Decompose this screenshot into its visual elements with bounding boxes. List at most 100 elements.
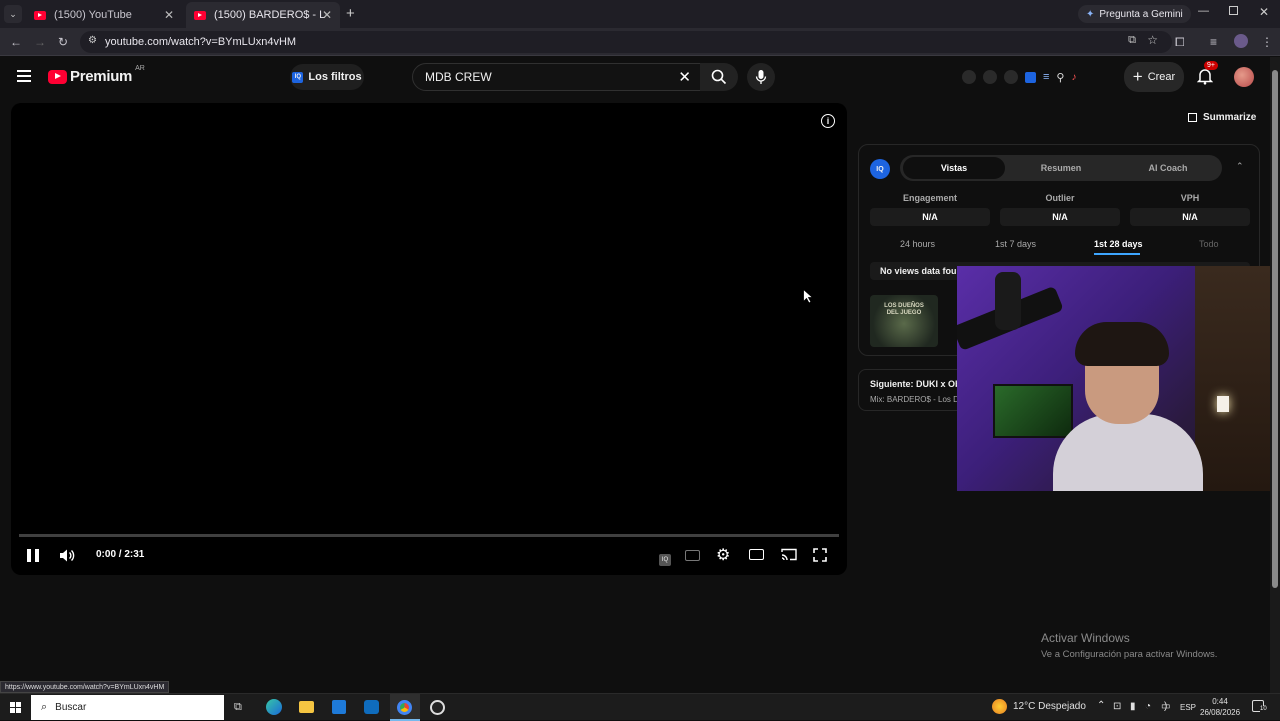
search-button[interactable] [700, 63, 738, 91]
fullscreen-icon[interactable] [813, 548, 827, 562]
search-input[interactable]: MDB CREW ✕ [412, 63, 702, 91]
range-7-days[interactable]: 1st 7 days [995, 239, 1036, 249]
metric-value-outlier: N/A [1000, 208, 1120, 226]
restore-window-icon[interactable] [1229, 6, 1238, 15]
outlook-icon[interactable] [364, 700, 379, 714]
webcam-person-hair [1075, 322, 1169, 366]
metric-value-vph: N/A [1130, 208, 1250, 226]
pin-extension-icon[interactable]: ⚲ [1056, 71, 1064, 84]
weather-icon [992, 699, 1007, 714]
close-window-icon[interactable]: ✕ [1259, 5, 1269, 19]
tab-label: Resumen [1040, 163, 1082, 173]
url-text: youtube.com/watch?v=BYmLUxn4vHM [105, 36, 297, 48]
webcam-monitor [993, 384, 1073, 438]
tab-title: (1500) YouTube [54, 9, 132, 21]
mouse-cursor-icon [803, 289, 813, 304]
webcam-overlay [957, 266, 1280, 491]
settings-gear-icon[interactable]: ⚙ [716, 545, 730, 565]
address-bar[interactable]: ⚙ youtube.com/watch?v=BYmLUxn4vHM ⧉ ☆ [80, 31, 1172, 53]
browser-tab-strip: ⌄ (1500) YouTube ✕ (1500) BARDERO$ - Los… [0, 0, 1280, 28]
vidiq-filters-button[interactable]: IQ Los filtros [290, 64, 364, 90]
scrollbar-thumb[interactable] [1272, 70, 1278, 588]
video-player[interactable]: i 0:00 / 2:31 IQ ⚙ [11, 103, 847, 575]
weather-text[interactable]: 12°C Despejado [1013, 701, 1086, 712]
youtube-favicon-icon [194, 10, 206, 20]
install-app-icon[interactable]: ⧉ [1128, 34, 1136, 47]
clock-date: 26/08/2026 [1200, 708, 1241, 717]
range-24-hours[interactable]: 24 hours [900, 239, 935, 249]
tab-resumen[interactable]: Resumen [1010, 157, 1112, 179]
clear-search-icon[interactable]: ✕ [678, 68, 691, 86]
tray-volume-icon[interactable]: ) [1164, 701, 1167, 712]
cast-icon[interactable] [781, 548, 797, 561]
profile-avatar[interactable] [1234, 34, 1248, 48]
list-extension-icon[interactable]: ≡ [1043, 71, 1049, 83]
info-button[interactable]: i [821, 114, 835, 128]
notifications-button[interactable]: 9+ [1196, 61, 1218, 90]
edge-browser-icon[interactable] [266, 699, 282, 715]
video-thumbnail[interactable]: LOS DUEÑOS DEL JUEGO [870, 295, 938, 347]
file-explorer-icon[interactable] [299, 701, 314, 713]
voice-search-button[interactable] [747, 63, 775, 91]
extension-dot-icon[interactable] [1004, 70, 1018, 84]
windows-activation-watermark: Activar Windows Ve a Configuración para … [1041, 631, 1217, 660]
summarize-button[interactable]: Summarize [1188, 112, 1256, 123]
chrome-menu-icon[interactable]: ⋮ [1261, 35, 1273, 49]
tab-search-icon[interactable]: ⌄ [4, 5, 22, 23]
subtitles-icon[interactable] [685, 550, 700, 561]
notification-badge: 9+ [1204, 61, 1218, 70]
windows-taskbar: ⌕ Buscar ⧉ 12°C Despejado ⌃ ⊡ ▮ ◔ ▭ ) ES… [0, 693, 1280, 721]
new-tab-button[interactable]: + [346, 5, 355, 22]
taskbar-search-box[interactable]: ⌕ Buscar [31, 695, 224, 720]
volume-button[interactable] [59, 548, 75, 568]
youtube-premium-logo[interactable]: Premium AR [48, 65, 145, 85]
minimize-window-icon[interactable]: — [1198, 5, 1209, 17]
browser-tab-youtube[interactable]: (1500) YouTube ✕ [26, 2, 182, 28]
task-view-icon[interactable]: ⧉ [234, 701, 242, 714]
link-status-bubble: https://www.youtube.com/watch?v=BYmLUxn4… [0, 681, 170, 693]
vidiq-badge-icon: IQ [870, 159, 890, 179]
microsoft-store-icon[interactable] [332, 700, 346, 714]
tray-mic-icon[interactable]: ▮ [1130, 701, 1136, 712]
extensions-icon[interactable]: ⧠ [1175, 35, 1185, 50]
media-controls-icon[interactable]: ≡ [1210, 35, 1217, 49]
close-tab-icon[interactable]: ✕ [164, 8, 174, 22]
close-tab-icon[interactable]: ✕ [322, 8, 332, 22]
collapse-chevron-icon[interactable]: ⌃ [1236, 161, 1244, 172]
extension-dot-icon[interactable] [962, 70, 976, 84]
webcam-person-hoodie [1053, 414, 1203, 491]
reload-icon[interactable]: ↻ [58, 35, 68, 49]
tray-wifi-icon[interactable]: ◔ [1145, 701, 1151, 712]
extension-icons-row: ≡ ⚲ ♪ [962, 70, 1076, 84]
pause-button[interactable] [27, 549, 39, 562]
extension-dot-icon[interactable] [983, 70, 997, 84]
bookmark-star-icon[interactable]: ☆ [1147, 33, 1158, 47]
hamburger-menu-icon[interactable] [17, 70, 31, 82]
range-28-days[interactable]: 1st 28 days [1094, 239, 1143, 249]
logo-text: Premium [70, 68, 133, 85]
gemini-button[interactable]: ✦ Pregunta a Gemini [1078, 5, 1191, 23]
progress-bar[interactable] [19, 534, 839, 537]
tray-network-icon[interactable]: ⊡ [1113, 701, 1121, 712]
forward-arrow-icon[interactable]: → [34, 35, 46, 49]
vidiq-player-icon[interactable]: IQ [659, 554, 671, 566]
thumbnail-text: LOS DUEÑOS DEL JUEGO [884, 303, 924, 316]
vidiq-extension-icon[interactable] [1025, 71, 1036, 83]
active-range-underline [1094, 253, 1140, 255]
tab-ai-coach[interactable]: AI Coach [1117, 157, 1219, 179]
theater-mode-icon[interactable] [749, 549, 764, 560]
obs-icon[interactable] [430, 700, 445, 715]
browser-tab-bardero[interactable]: (1500) BARDERO$ - Los Dueños ✕ [186, 2, 340, 28]
language-indicator[interactable]: ESP [1180, 703, 1196, 712]
site-info-icon[interactable]: ⚙ [88, 35, 97, 46]
tab-vistas[interactable]: Vistas [903, 157, 1005, 179]
back-arrow-icon[interactable]: ← [10, 35, 22, 49]
create-button[interactable]: + Crear [1124, 62, 1184, 92]
tray-chevron-icon[interactable]: ⌃ [1097, 700, 1105, 711]
bell-off-extension-icon[interactable]: ♪ [1071, 72, 1076, 83]
account-avatar[interactable] [1234, 67, 1254, 87]
windows-start-icon[interactable] [10, 702, 21, 713]
clock[interactable]: 0:44 26/08/2026 [1200, 696, 1240, 718]
range-todo[interactable]: Todo [1199, 239, 1219, 249]
create-label: Crear [1147, 71, 1176, 83]
